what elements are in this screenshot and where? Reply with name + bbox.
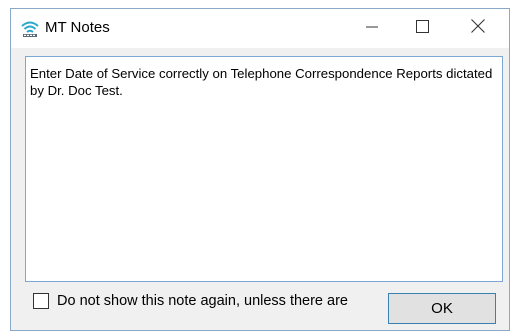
mt-notes-dialog: MT Notes Enter Date of Service correctly… xyxy=(10,8,510,331)
close-icon xyxy=(471,19,485,38)
do-not-show-row[interactable]: Do not show this note again, unless ther… xyxy=(33,293,348,309)
maximize-icon xyxy=(415,19,429,38)
satellite-signal-icon xyxy=(20,20,40,38)
close-button[interactable] xyxy=(455,9,501,48)
note-text-area[interactable]: Enter Date of Service correctly on Telep… xyxy=(25,56,503,282)
title-bar[interactable]: MT Notes xyxy=(11,9,509,48)
maximize-button[interactable] xyxy=(399,9,445,48)
do-not-show-label[interactable]: Do not show this note again, unless ther… xyxy=(57,293,348,309)
do-not-show-checkbox[interactable] xyxy=(33,293,49,309)
minimize-button[interactable] xyxy=(349,9,395,48)
window-title: MT Notes xyxy=(45,19,110,36)
ok-button[interactable]: OK xyxy=(388,293,496,324)
minimize-icon xyxy=(366,20,378,38)
